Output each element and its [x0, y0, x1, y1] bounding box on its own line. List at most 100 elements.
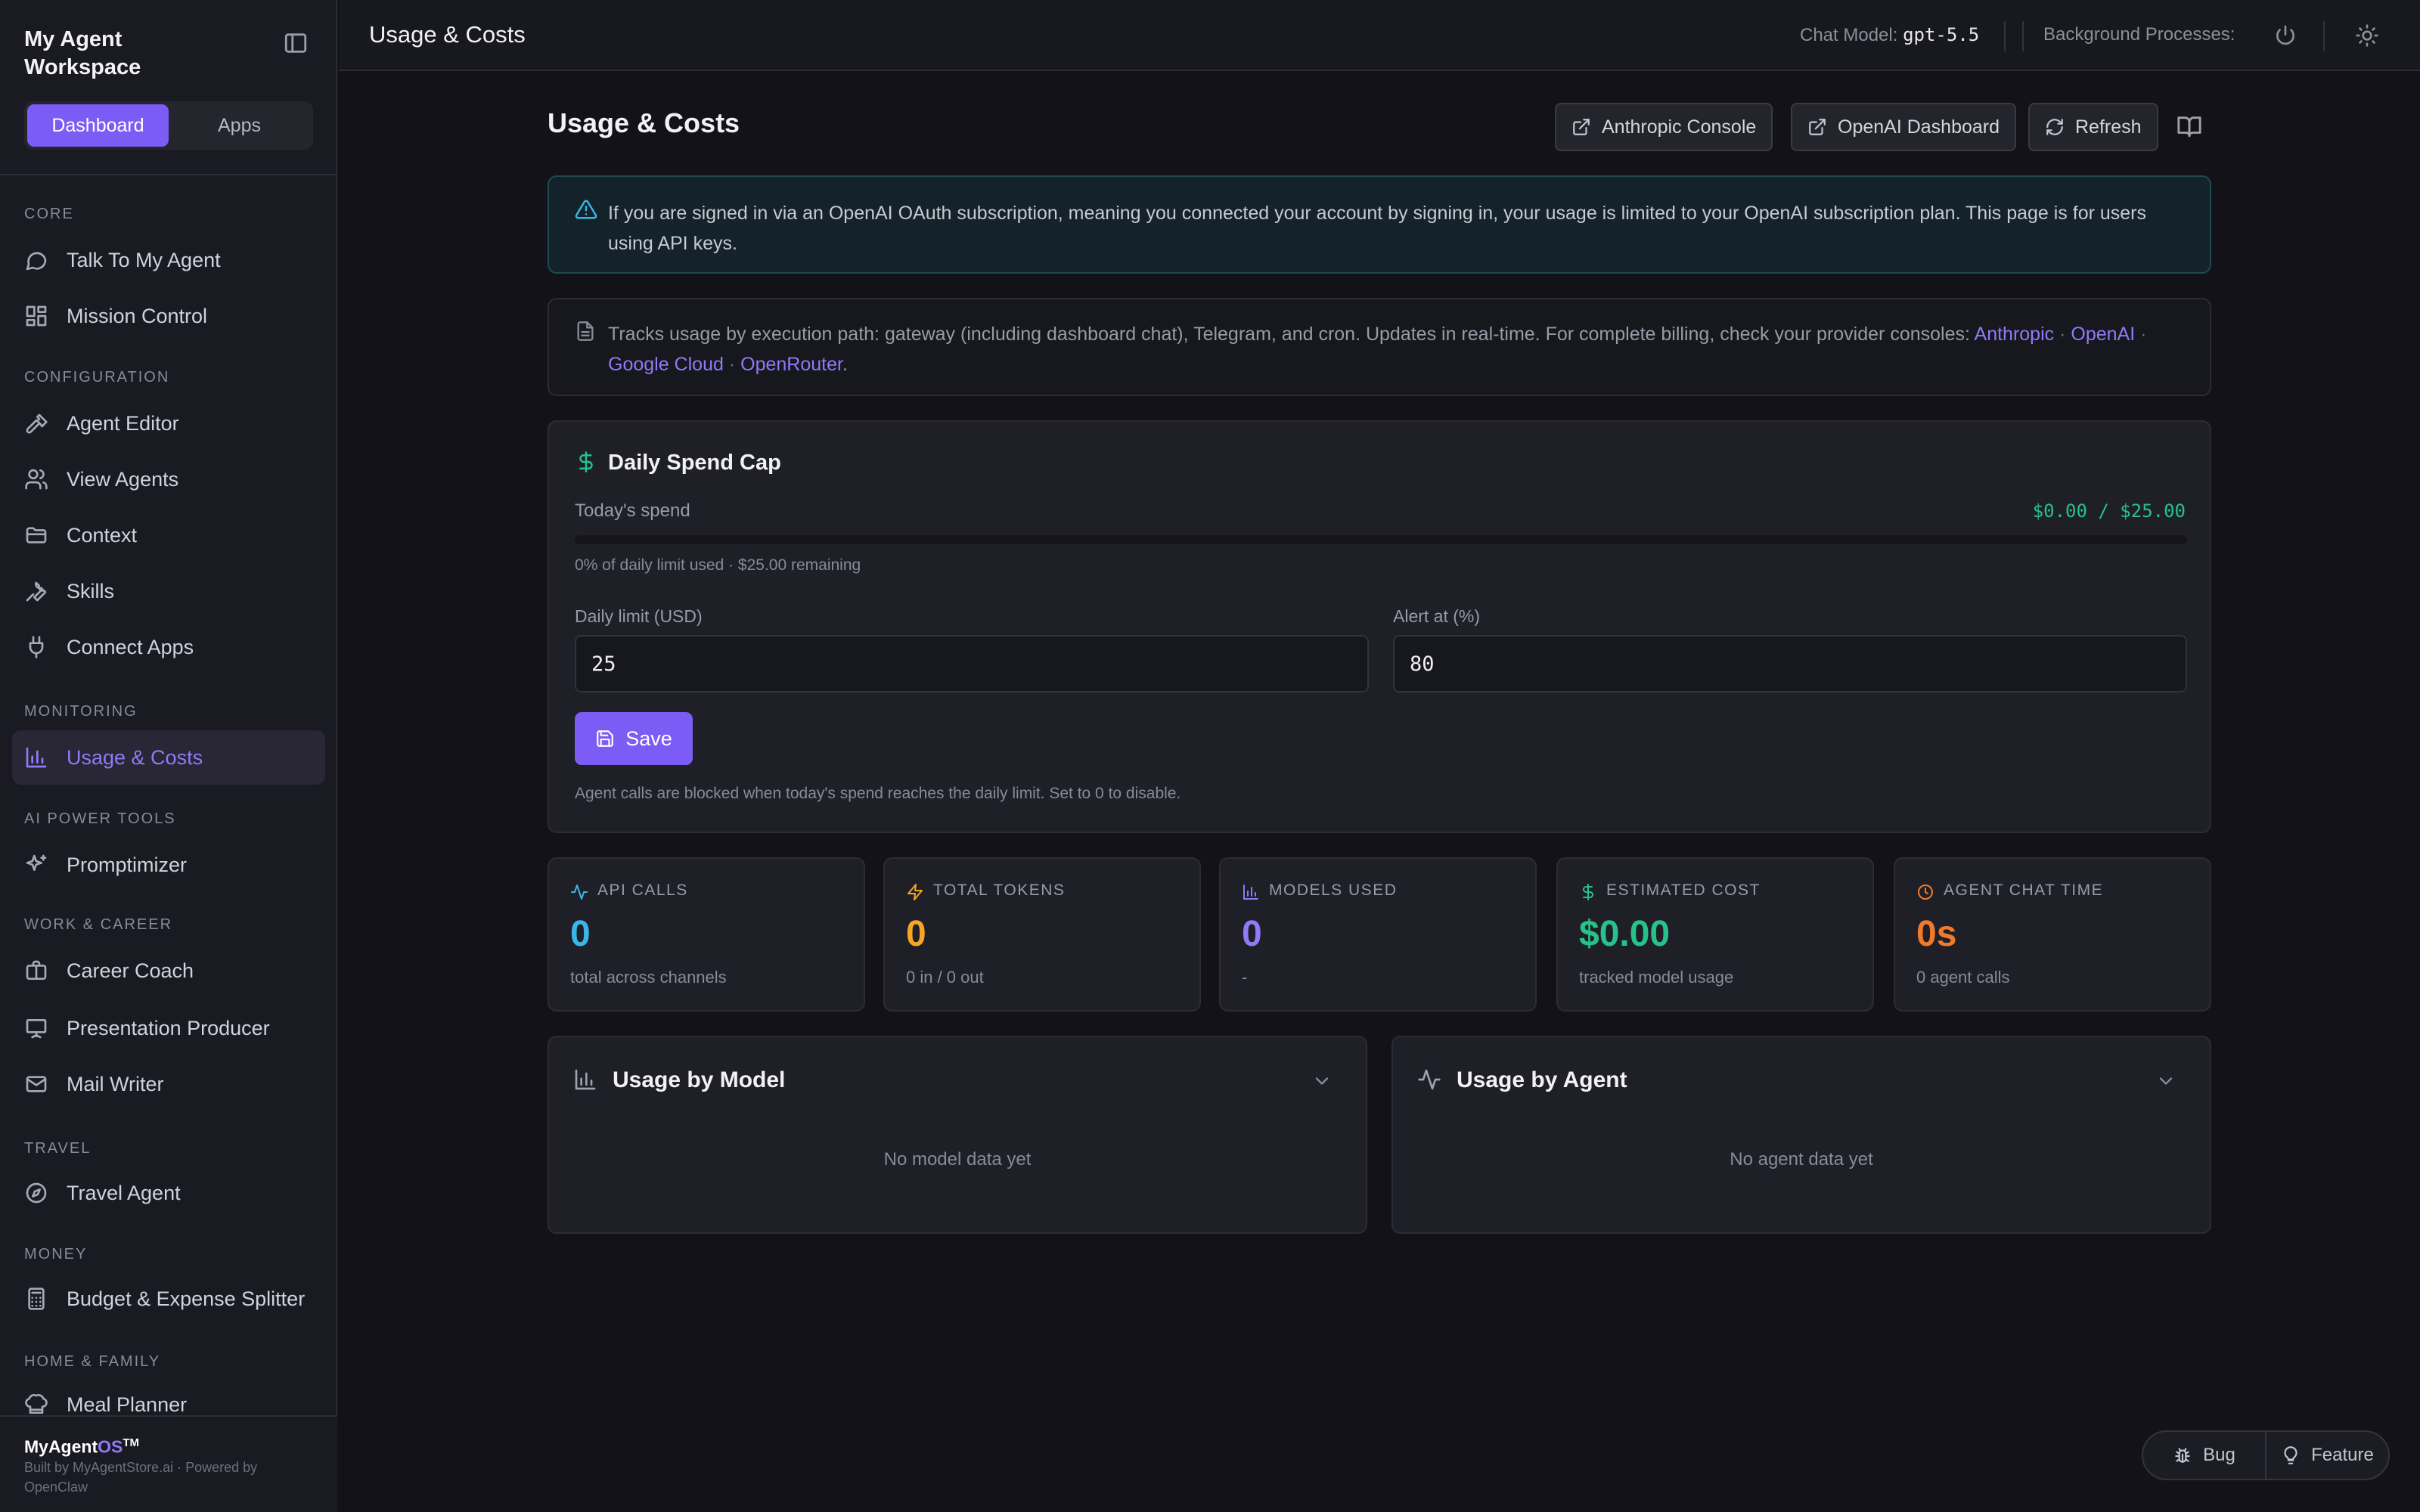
compass-icon [26, 1182, 47, 1204]
section-ai-power-tools: AI POWER TOOLS [24, 810, 176, 827]
save-button[interactable]: Save [575, 712, 693, 765]
hammer-icon [26, 414, 48, 434]
top-bar: Usage & Costs Chat Model: gpt-5.5 Backgr… [339, 0, 2420, 71]
bug-report-button[interactable]: Bug [2143, 1432, 2265, 1479]
stat-value: 0 [906, 914, 926, 954]
chef-hat-icon [25, 1394, 48, 1414]
divider [2022, 21, 2024, 51]
chat-model-value: gpt-5.5 [1903, 24, 1980, 45]
sidebar-item-context[interactable]: Context [12, 508, 325, 562]
sidebar-item-talk-to-my-agent[interactable]: Talk To My Agent [12, 233, 325, 287]
daily-limit-input[interactable] [575, 635, 1369, 692]
chat-bubble-icon [26, 252, 47, 271]
spend-cap-title: Daily Spend Cap [608, 451, 781, 475]
power-icon[interactable] [2273, 23, 2297, 48]
sidebar-item-meal-planner[interactable]: Meal Planner [12, 1377, 325, 1415]
divider [2323, 21, 2325, 51]
sidebar-item-label: Usage & Costs [67, 745, 203, 769]
brand-logo: MyAgentOSTM [24, 1436, 140, 1457]
external-link-icon [1809, 119, 1826, 135]
refresh-icon [2046, 119, 2063, 135]
topbar-title: Usage & Costs [369, 21, 526, 48]
feedback-pill: Bug Feature [2142, 1430, 2390, 1480]
save-icon [597, 730, 614, 747]
empty-state: No model data yet [883, 1149, 1032, 1170]
tracking-info-box: Tracks usage by execution path: gateway … [548, 298, 2211, 396]
sidebar-item-skills[interactable]: Skills [12, 564, 325, 618]
clock-icon [1918, 885, 1933, 900]
sidebar-nav: CORE Talk To My Agent Mission Control CO… [0, 175, 337, 1415]
sidebar-item-connect-apps[interactable]: Connect Apps [12, 620, 325, 674]
stat-label: API CALLS [597, 881, 688, 899]
background-processes-label: Background Processes: [2043, 24, 2235, 45]
tab-apps[interactable]: Apps [169, 104, 310, 147]
sidebar-item-label: Mission Control [67, 304, 208, 327]
sidebar-item-career-coach[interactable]: Career Coach [12, 943, 325, 998]
sidebar-item-label: Travel Agent [67, 1181, 181, 1204]
sidebar-footer: MyAgentOSTM Built by MyAgentStore.ai · P… [0, 1415, 337, 1512]
stat-label: TOTAL TOKENS [933, 881, 1066, 899]
divider [2004, 21, 2006, 51]
workspace-title: My Agent Workspace [24, 27, 141, 79]
dollar-icon [1583, 884, 1593, 900]
theme-sun-icon[interactable] [2355, 23, 2379, 48]
sidebar-item-presentation-producer[interactable]: Presentation Producer [12, 1001, 325, 1055]
chat-model-indicator[interactable]: Chat Model: gpt-5.5 [1800, 24, 1979, 46]
calculator-icon [28, 1287, 45, 1310]
sidebar-item-label: Connect Apps [67, 635, 194, 658]
sidebar-item-label: Mail Writer [67, 1072, 164, 1095]
sidebar-item-label: Promptimizer [67, 853, 188, 876]
stat-value: 0s [1916, 914, 1957, 954]
spend-cap-footnote: Agent calls are blocked when today's spe… [575, 785, 1181, 802]
sidebar-item-label: Context [67, 523, 138, 547]
refresh-button[interactable]: Refresh [2028, 103, 2158, 151]
sidebar-item-mail-writer[interactable]: Mail Writer [12, 1057, 325, 1111]
sidebar-item-budget-expense-splitter[interactable]: Budget & Expense Splitter [12, 1272, 325, 1326]
anthropic-console-button[interactable]: Anthropic Console [1555, 103, 1773, 151]
dollar-icon [579, 451, 593, 472]
sidebar-item-label: Presentation Producer [67, 1016, 270, 1040]
document-icon [577, 321, 594, 341]
activity-icon [1418, 1069, 1441, 1090]
sidebar-toggle-icon[interactable] [283, 30, 309, 56]
warning-triangle-icon [575, 200, 597, 219]
section-configuration: CONFIGURATION [24, 369, 170, 386]
feature-request-button[interactable]: Feature [2265, 1432, 2388, 1479]
stat-value: 0 [1242, 914, 1262, 954]
dashboard-grid-icon [26, 305, 47, 327]
sidebar-item-label: Budget & Expense Splitter [67, 1287, 306, 1310]
sidebar-item-promptimizer[interactable]: Promptimizer [12, 838, 325, 892]
sidebar-item-label: Talk To My Agent [67, 248, 221, 271]
openai-link[interactable]: OpenAI [2071, 324, 2135, 345]
oauth-warning-alert: If you are signed in via an OpenAI OAuth… [548, 175, 2211, 274]
book-open-icon[interactable] [2176, 113, 2202, 139]
todays-spend-amount: $0.00 / $25.00 [2032, 500, 2186, 522]
section-monitoring: MONITORING [24, 703, 138, 720]
section-work-career: WORK & CAREER [24, 916, 173, 933]
google-cloud-link[interactable]: Google Cloud [608, 354, 724, 375]
usage-by-model-panel[interactable]: Usage by Model No model data yet [548, 1036, 1367, 1234]
sidebar-item-agent-editor[interactable]: Agent Editor [12, 396, 325, 451]
sidebar-item-mission-control[interactable]: Mission Control [12, 289, 325, 343]
bar-chart-icon [575, 1069, 596, 1090]
sidebar-item-usage-costs[interactable]: Usage & Costs [12, 730, 325, 785]
stat-subtext: 0 in / 0 out [906, 968, 984, 987]
stat-subtext: 0 agent calls [1916, 968, 2010, 987]
alert-at-input[interactable] [1393, 635, 2187, 692]
credits-text: Built by MyAgentStore.ai · Powered by Op… [24, 1460, 258, 1495]
chevron-down-icon[interactable] [1311, 1070, 1333, 1092]
users-icon [25, 469, 48, 490]
sidebar: My Agent Workspace Dashboard Apps CORE T… [0, 0, 337, 1512]
view-switcher: Dashboard Apps [24, 101, 313, 150]
sidebar-item-label: Career Coach [67, 959, 194, 982]
chevron-down-icon[interactable] [2155, 1070, 2176, 1092]
tab-dashboard[interactable]: Dashboard [27, 104, 169, 147]
openai-dashboard-button[interactable]: OpenAI Dashboard [1791, 103, 2017, 151]
usage-by-agent-panel[interactable]: Usage by Agent No agent data yet [1392, 1036, 2211, 1234]
sidebar-item-view-agents[interactable]: View Agents [12, 452, 325, 507]
stat-subtext: - [1242, 968, 1248, 987]
openrouter-link[interactable]: OpenRouter [740, 354, 842, 375]
anthropic-link[interactable]: Anthropic [1975, 324, 2055, 345]
panel-title: Usage by Agent [1457, 1067, 1627, 1092]
sidebar-item-travel-agent[interactable]: Travel Agent [12, 1166, 325, 1220]
